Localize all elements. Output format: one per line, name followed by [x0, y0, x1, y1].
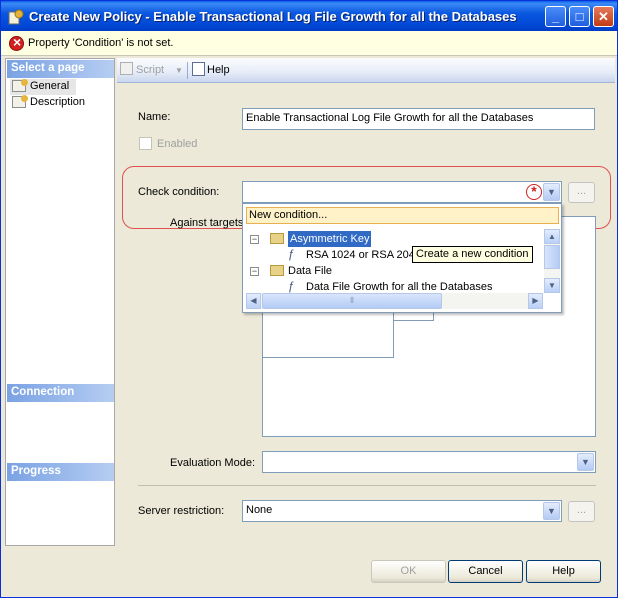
chevron-down-icon[interactable]: ▼ [543, 502, 560, 520]
page-item-label: General [30, 80, 70, 92]
help-button[interactable]: Help [526, 560, 601, 583]
page-item-description[interactable]: Description [10, 95, 100, 111]
name-input[interactable]: Enable Transactional Log File Growth for… [242, 108, 595, 130]
tree-node-label: Data File [288, 265, 333, 277]
help-icon [192, 62, 205, 76]
ok-button[interactable]: OK [371, 560, 446, 583]
progress-header: Progress [7, 463, 114, 481]
page-item-label: Description [30, 96, 86, 108]
server-restriction-label: Server restriction: [138, 505, 225, 517]
script-button[interactable]: Script [120, 62, 164, 79]
chevron-down-icon[interactable]: ▼ [543, 183, 560, 201]
dialog-button-bar: OK Cancel Help [1, 546, 617, 597]
check-condition-label: Check condition: [138, 186, 220, 198]
targets-grid-line [263, 357, 394, 358]
script-label: Script [136, 64, 165, 76]
collapse-icon[interactable]: − [250, 267, 259, 276]
dropdown-horizontal-scrollbar[interactable]: ◀ ⦀ ▶ [246, 293, 543, 309]
scroll-thumb[interactable]: ⦀ [262, 293, 442, 309]
new-condition-tooltip: Create a new condition [412, 246, 533, 263]
close-button[interactable]: ✕ [593, 6, 614, 27]
window-title: Create New Policy - Enable Transactional… [29, 9, 517, 24]
error-icon [9, 34, 24, 51]
condition-icon: ƒ [288, 247, 295, 261]
new-condition-item[interactable]: New condition... [246, 207, 559, 224]
left-navigation-pane: Select a page General Description Connec… [5, 58, 115, 546]
evaluation-mode-combo[interactable]: ▼ [262, 451, 596, 473]
maximize-button[interactable]: □ [569, 6, 590, 27]
evaluation-mode-label: Evaluation Mode: [170, 457, 255, 469]
collapse-icon[interactable]: − [250, 235, 259, 244]
error-bar: Property 'Condition' is not set. [1, 31, 617, 56]
title-bar[interactable]: Create New Policy - Enable Transactional… [1, 1, 617, 31]
scroll-down-icon[interactable]: ▼ [544, 278, 560, 293]
tree-node-label: Data File Growth for all the Databases [306, 281, 493, 293]
help-toolbar-label: Help [207, 64, 230, 76]
scroll-up-icon[interactable]: ▲ [544, 229, 560, 244]
check-condition-browse-button[interactable]: ... [568, 182, 595, 203]
minimize-button[interactable]: _ [545, 6, 566, 27]
tree-node-label: Asymmetric Key [288, 231, 372, 247]
page-icon [12, 79, 28, 92]
check-condition-combo[interactable]: * ▼ [242, 181, 562, 203]
script-dropdown-arrow[interactable]: ▼ [175, 62, 183, 79]
script-icon [120, 62, 133, 75]
enabled-label: Enabled [157, 138, 198, 150]
facet-icon [270, 233, 284, 244]
server-restriction-combo[interactable]: None ▼ [242, 500, 562, 522]
cancel-button[interactable]: Cancel [448, 560, 523, 583]
select-page-header: Select a page [7, 60, 114, 78]
server-restriction-browse-button[interactable]: ... [568, 501, 595, 522]
toolbar-separator [187, 62, 188, 79]
chevron-down-icon[interactable]: ▼ [577, 453, 594, 471]
scroll-left-icon[interactable]: ◀ [246, 293, 261, 309]
tree-node-label: RSA 1024 or RSA 2048 [306, 249, 421, 261]
targets-grid-line [393, 320, 434, 321]
scroll-right-icon[interactable]: ▶ [528, 293, 543, 309]
required-field-icon: * [526, 184, 542, 200]
page-item-general[interactable]: General [10, 79, 76, 95]
help-toolbar-button[interactable]: Help [192, 62, 230, 79]
facet-icon [270, 265, 284, 276]
error-message: Property 'Condition' is not set. [28, 37, 174, 49]
policy-app-icon [8, 9, 24, 25]
divider [138, 485, 596, 486]
enabled-checkbox[interactable] [139, 137, 152, 150]
against-targets-label: Against targets: [170, 217, 247, 229]
create-new-policy-dialog: Create New Policy - Enable Transactional… [0, 0, 618, 598]
name-label: Name: [138, 111, 171, 123]
server-restriction-value: None [246, 504, 273, 516]
toolbar: Script ▼ Help [117, 58, 615, 83]
dropdown-vertical-scrollbar[interactable]: ▲ ▼ [544, 229, 560, 293]
condition-icon: ƒ [288, 279, 295, 293]
connection-header: Connection [7, 384, 114, 402]
page-icon [12, 95, 28, 108]
scroll-thumb[interactable] [544, 245, 560, 269]
